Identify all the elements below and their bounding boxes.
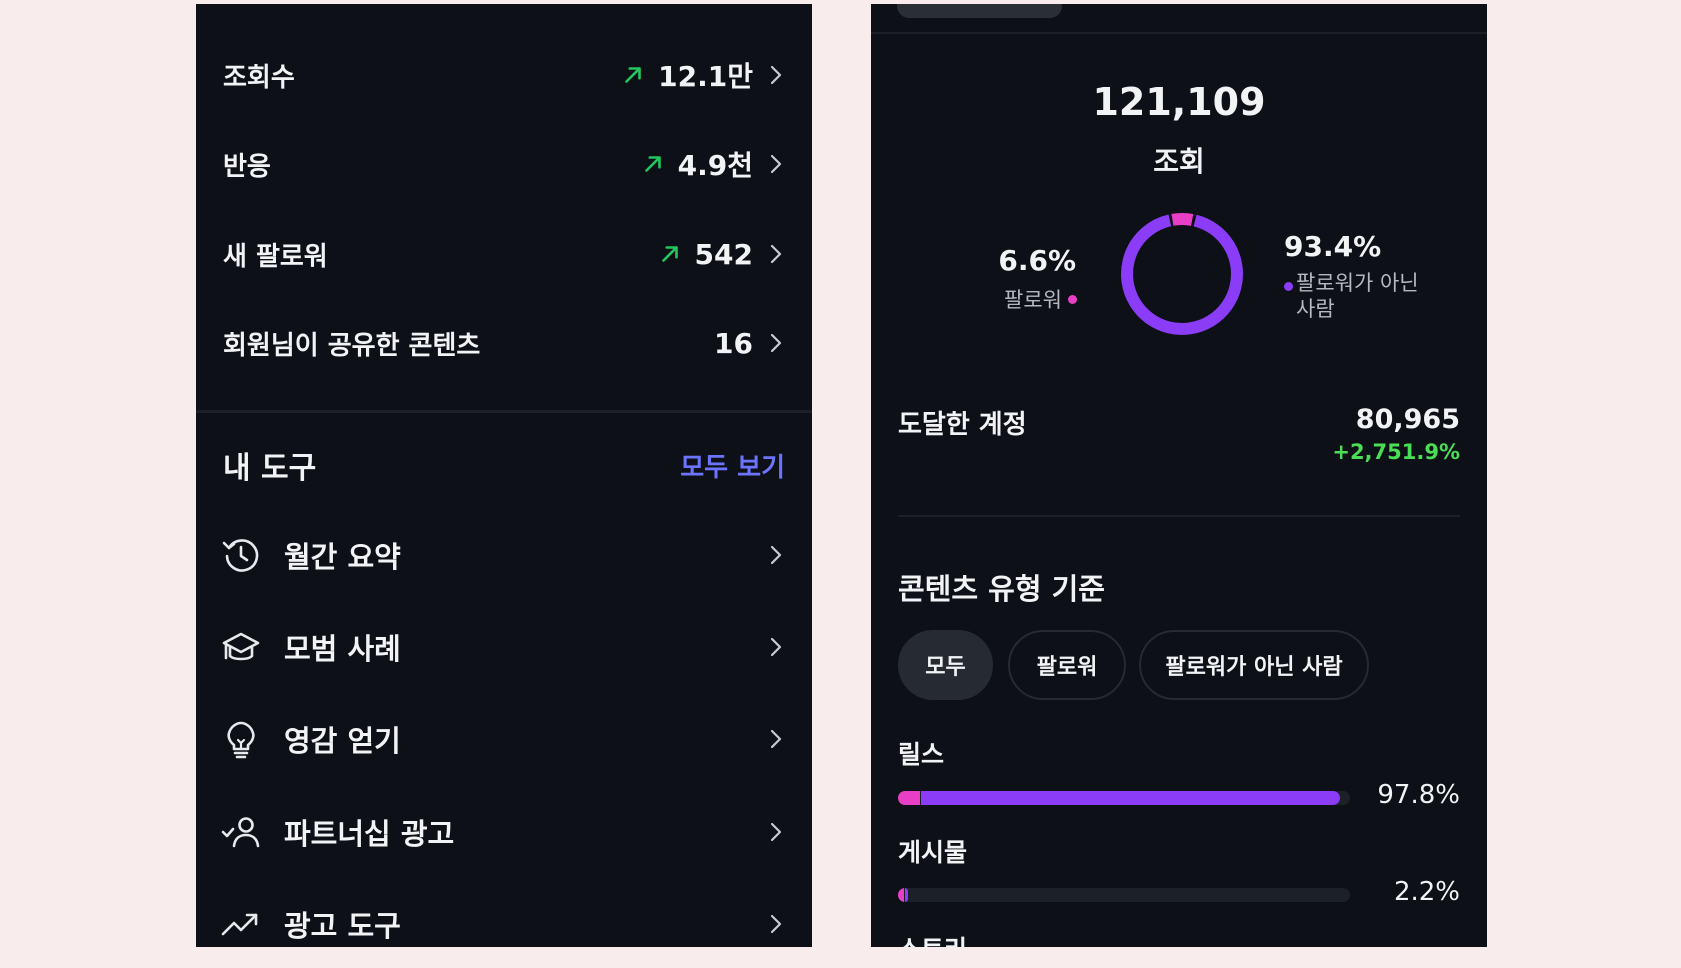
chevron-right-icon bbox=[770, 637, 782, 657]
chevron-right-icon bbox=[770, 545, 782, 565]
views-row[interactable]: 조회수 12.1만 bbox=[223, 45, 785, 105]
stat-value: 4.9천 bbox=[677, 149, 753, 182]
non-follower-legend-label: 팔로워가 아닌 bbox=[1296, 271, 1419, 295]
chevron-right-icon bbox=[770, 154, 782, 174]
donut-segment-non-followers bbox=[1121, 213, 1243, 335]
filter-chip-all[interactable]: 모두 bbox=[898, 630, 993, 700]
chevron-right-icon bbox=[770, 914, 782, 934]
follower-legend-label: 팔로워 bbox=[1004, 288, 1062, 312]
chevron-right-icon bbox=[770, 333, 782, 353]
tool-ad-tools[interactable]: 광고 도구 bbox=[220, 891, 785, 947]
stat-label: 회원님이 공유한 콘텐츠 bbox=[223, 330, 481, 361]
chevron-right-icon bbox=[770, 729, 782, 749]
follower-percent: 6.6% bbox=[998, 244, 1076, 277]
tool-best-practices[interactable]: 모범 사례 bbox=[220, 614, 785, 680]
section-divider bbox=[196, 410, 812, 413]
date-range-pill[interactable] bbox=[897, 4, 1062, 18]
chevron-right-icon bbox=[770, 65, 782, 85]
verified-person-icon bbox=[221, 817, 260, 848]
content-type-bar-posts bbox=[898, 888, 1350, 902]
tool-label: 파트너십 광고 bbox=[284, 817, 455, 851]
total-views-label: 조회 bbox=[1153, 145, 1205, 178]
tools-title: 내 도구 bbox=[223, 451, 317, 486]
shared-content-row[interactable]: 회원님이 공유한 콘텐츠 16 bbox=[223, 313, 785, 373]
bar-segment-followers bbox=[898, 888, 904, 902]
follower-legend: 팔로워 bbox=[1004, 284, 1077, 314]
non-follower-percent: 93.4% bbox=[1284, 230, 1382, 263]
bar-segment-followers bbox=[898, 791, 921, 805]
tool-label: 광고 도구 bbox=[284, 909, 401, 943]
tool-partnership-ads[interactable]: 파트너십 광고 bbox=[220, 799, 785, 865]
stat-value: 16 bbox=[714, 326, 753, 360]
views-donut-chart bbox=[1121, 213, 1243, 335]
tool-monthly-summary[interactable]: 월간 요약 bbox=[220, 522, 785, 588]
bar-segment-non-followers bbox=[921, 791, 1341, 805]
stat-label: 새 팔로워 bbox=[223, 241, 328, 272]
graduation-cap-icon bbox=[222, 632, 260, 661]
section-divider bbox=[898, 515, 1460, 517]
section-divider bbox=[871, 32, 1487, 34]
arrow-up-right-icon bbox=[661, 246, 678, 262]
donut-segment-followers bbox=[1121, 213, 1243, 335]
content-type-percent-reels: 97.8% bbox=[1377, 780, 1460, 810]
filter-chip-non-followers[interactable]: 팔로워가 아닌 사람 bbox=[1139, 630, 1369, 700]
trending-up-icon bbox=[221, 913, 258, 936]
stat-value: 542 bbox=[694, 237, 753, 271]
non-follower-legend: 팔로워가 아닌 사람 bbox=[1284, 270, 1444, 322]
stat-label: 조회수 bbox=[223, 62, 295, 93]
views-detail-panel: 121,109 조회 6.6% 팔로워 93.4% 팔로워가 아닌 사람 도달한… bbox=[871, 4, 1487, 947]
insights-overview-panel: 조회수 12.1만 반응 4.9천 새 팔로워 542 회원님이 공유한 콘텐츠… bbox=[196, 4, 812, 947]
tool-label: 모범 사례 bbox=[284, 632, 401, 666]
non-follower-legend-label-2: 사람 bbox=[1296, 297, 1335, 321]
tool-label: 영감 얻기 bbox=[284, 724, 401, 758]
filter-chip-followers[interactable]: 팔로워 bbox=[1008, 630, 1126, 700]
chevron-right-icon bbox=[770, 244, 782, 264]
stat-label: 반응 bbox=[223, 151, 271, 182]
content-type-label-stories: 스토리 bbox=[898, 930, 967, 947]
content-type-label-reels: 릴스 bbox=[898, 740, 945, 769]
reach-value: 80,965 bbox=[1355, 404, 1460, 435]
content-type-bar-reels bbox=[898, 791, 1350, 805]
non-follower-legend-dot bbox=[1284, 282, 1293, 291]
arrow-up-right-icon bbox=[625, 67, 641, 83]
arrow-up-right-icon bbox=[644, 156, 661, 172]
tools-header: 내 도구 모두 보기 bbox=[223, 440, 785, 490]
stat-value: 12.1만 bbox=[658, 60, 753, 93]
content-type-percent-posts: 2.2% bbox=[1393, 877, 1460, 907]
content-type-label-posts: 게시물 bbox=[898, 838, 968, 867]
tool-get-inspired[interactable]: 영감 얻기 bbox=[220, 706, 785, 772]
tool-label: 월간 요약 bbox=[284, 540, 401, 574]
lightbulb-icon bbox=[227, 721, 255, 759]
bar-segment-non-followers bbox=[905, 888, 908, 902]
total-views-value: 121,109 bbox=[1092, 80, 1266, 124]
reach-change: +2,751.9% bbox=[1332, 440, 1460, 464]
content-type-title: 콘텐츠 유형 기준 bbox=[898, 572, 1105, 606]
new-followers-row[interactable]: 새 팔로워 542 bbox=[223, 224, 785, 284]
reach-label: 도달한 계정 bbox=[898, 410, 1027, 440]
reactions-row[interactable]: 반응 4.9천 bbox=[223, 134, 785, 194]
follower-legend-dot bbox=[1068, 294, 1077, 304]
see-all-link[interactable]: 모두 보기 bbox=[680, 447, 785, 484]
chevron-right-icon bbox=[770, 822, 782, 842]
history-icon bbox=[222, 539, 259, 572]
